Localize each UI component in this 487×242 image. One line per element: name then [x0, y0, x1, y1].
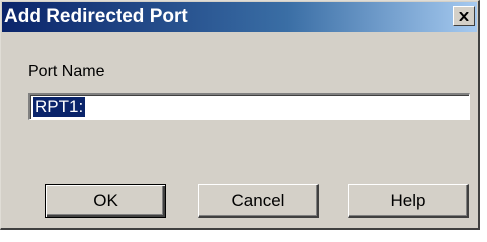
title-bar[interactable]: Add Redirected Port	[2, 2, 477, 32]
cancel-button[interactable]: Cancel	[198, 184, 319, 218]
ok-button[interactable]: OK	[45, 184, 166, 218]
add-redirected-port-dialog: Add Redirected Port Port Name RPT1: OK C…	[0, 0, 480, 230]
port-name-value: RPT1:	[33, 97, 86, 117]
port-name-label: Port Name	[28, 63, 105, 80]
close-button[interactable]	[453, 6, 475, 26]
close-icon	[459, 11, 469, 21]
dialog-title: Add Redirected Port	[4, 6, 188, 27]
port-name-input[interactable]: RPT1:	[28, 93, 470, 120]
help-button[interactable]: Help	[348, 184, 469, 218]
